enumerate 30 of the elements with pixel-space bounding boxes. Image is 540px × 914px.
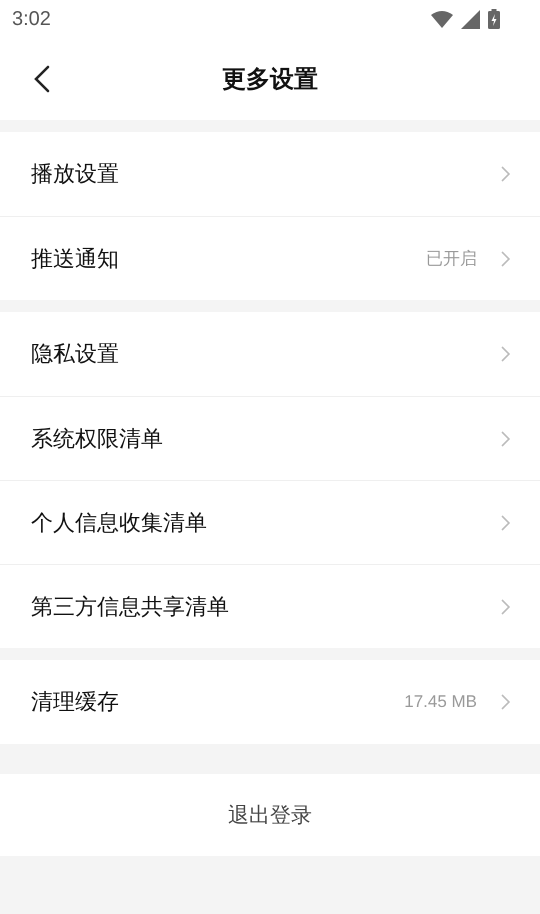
back-icon[interactable]	[34, 65, 50, 93]
chevron-right-icon	[501, 694, 510, 710]
settings-item[interactable]: 播放设置	[0, 132, 540, 216]
chevron-right-icon	[501, 430, 510, 446]
item-label: 个人信息收集清单	[31, 510, 208, 538]
settings-item[interactable]: 清理缓存 17.45 MB	[0, 660, 540, 744]
settings-item[interactable]: 推送通知 已开启	[0, 216, 540, 300]
item-label: 隐私设置	[31, 341, 120, 369]
chevron-right-icon	[501, 514, 510, 530]
item-label: 清理缓存	[31, 689, 120, 717]
logout-button[interactable]: 退出登录	[0, 774, 540, 856]
battery-icon	[488, 9, 500, 29]
page-title: 更多设置	[222, 64, 318, 95]
settings-item[interactable]: 隐私设置	[0, 312, 540, 396]
chevron-right-icon	[501, 166, 510, 182]
item-label: 推送通知	[31, 246, 120, 274]
wifi-icon	[431, 10, 453, 28]
status-time: 3:02	[12, 8, 51, 30]
chevron-right-icon	[501, 346, 510, 362]
chevron-right-icon	[501, 250, 510, 266]
item-label: 第三方信息共享清单	[31, 594, 230, 622]
chevron-right-icon	[501, 598, 510, 614]
settings-item[interactable]: 系统权限清单	[0, 396, 540, 480]
item-value: 17.45 MB	[404, 692, 477, 712]
signal-icon	[461, 10, 480, 28]
settings-item[interactable]: 第三方信息共享清单	[0, 564, 540, 648]
item-value: 已开启	[426, 248, 477, 270]
item-label: 播放设置	[31, 161, 120, 189]
settings-item[interactable]: 个人信息收集清单	[0, 480, 540, 564]
item-label: 系统权限清单	[31, 426, 164, 454]
